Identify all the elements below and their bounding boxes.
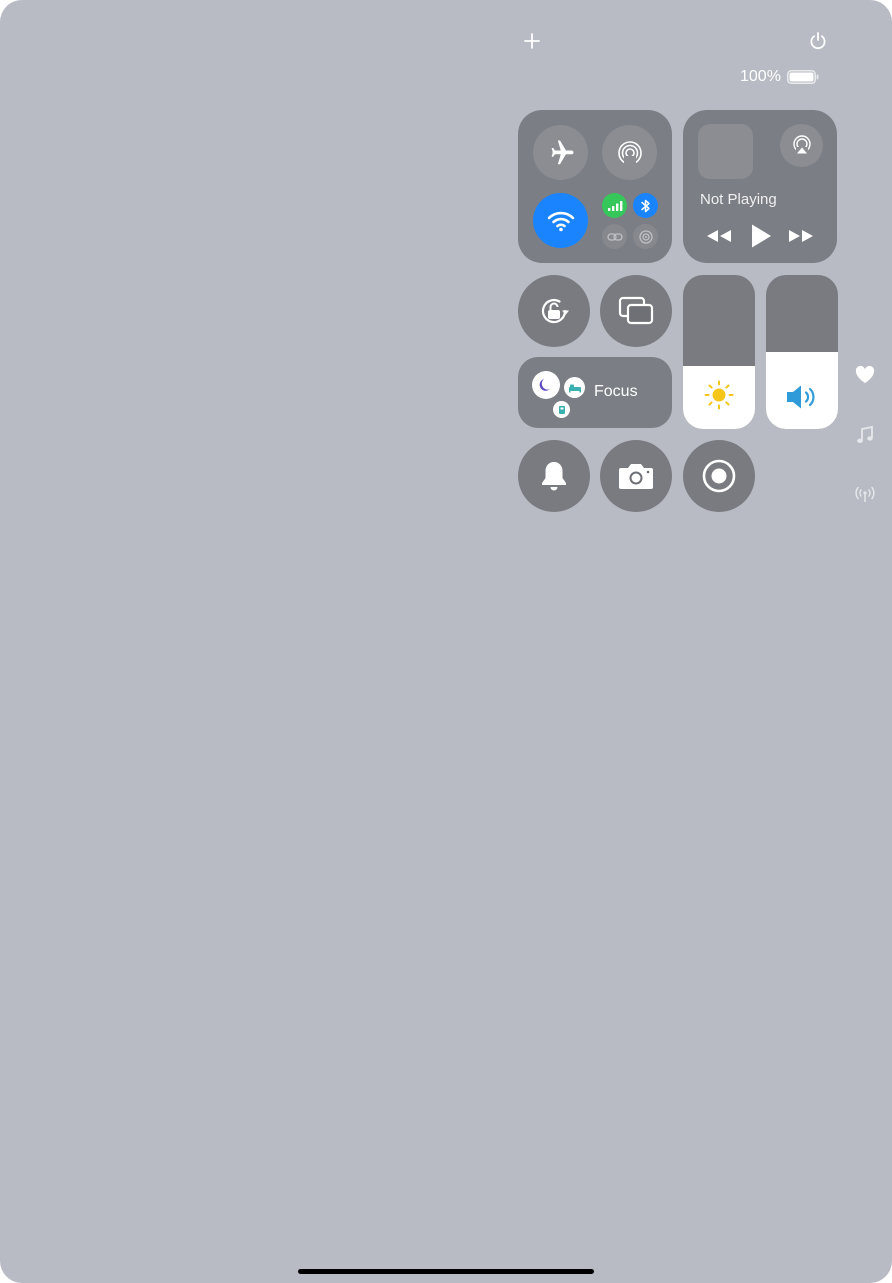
screen-mirroring-button[interactable] bbox=[600, 275, 672, 347]
work-focus-badge bbox=[553, 401, 570, 418]
play-button[interactable] bbox=[746, 221, 776, 251]
play-icon bbox=[752, 224, 771, 248]
side-page-connectivity[interactable] bbox=[853, 482, 877, 506]
rewind-icon bbox=[707, 230, 731, 242]
screen-recording-button[interactable] bbox=[683, 440, 755, 512]
bluetooth-icon bbox=[640, 199, 650, 212]
focus-label: Focus bbox=[594, 383, 638, 400]
airplay-button[interactable] bbox=[780, 124, 823, 167]
moon-icon bbox=[539, 379, 551, 391]
record-icon bbox=[702, 459, 736, 493]
wifi-toggle[interactable] bbox=[533, 193, 588, 248]
vpn-toggle[interactable] bbox=[602, 224, 627, 249]
cellular-signal-icon bbox=[607, 200, 622, 211]
screen-mirroring-icon bbox=[618, 296, 654, 325]
airplay-audio-icon bbox=[792, 134, 811, 155]
control-center-screen: 100% Not Playing Focus bbox=[0, 0, 892, 1283]
airdrop-icon bbox=[617, 140, 642, 166]
sun-icon bbox=[704, 380, 734, 410]
power-button[interactable] bbox=[803, 26, 833, 56]
wifi-icon bbox=[547, 211, 574, 231]
album-art-placeholder bbox=[698, 124, 753, 179]
now-playing-label: Not Playing bbox=[700, 191, 777, 208]
bluetooth-toggle[interactable] bbox=[633, 193, 658, 218]
camera-button[interactable] bbox=[600, 440, 672, 512]
airplane-mode-toggle[interactable] bbox=[533, 125, 588, 180]
volume-slider[interactable] bbox=[766, 275, 838, 429]
airplane-icon bbox=[551, 140, 573, 164]
power-icon bbox=[810, 32, 826, 50]
bed-icon bbox=[568, 384, 581, 392]
bell-icon bbox=[542, 462, 566, 491]
personal-hotspot-toggle[interactable] bbox=[633, 224, 658, 249]
rotation-lock-icon bbox=[541, 298, 569, 324]
brightness-slider[interactable] bbox=[683, 275, 755, 429]
hotspot-icon bbox=[638, 229, 653, 244]
rewind-button[interactable] bbox=[704, 225, 734, 247]
plus-icon bbox=[524, 33, 540, 49]
id-badge-icon bbox=[558, 405, 565, 414]
airdrop-toggle[interactable] bbox=[602, 125, 657, 180]
side-page-music[interactable] bbox=[853, 423, 877, 447]
fast-forward-button[interactable] bbox=[786, 225, 816, 247]
camera-icon bbox=[619, 464, 653, 489]
fast-forward-icon bbox=[789, 230, 813, 242]
side-page-favorites[interactable] bbox=[853, 363, 877, 387]
battery-percent: 100% bbox=[740, 68, 781, 85]
cellular-data-toggle[interactable] bbox=[602, 193, 627, 218]
silent-mode-toggle[interactable] bbox=[518, 440, 590, 512]
bed-focus-badge bbox=[564, 377, 585, 398]
music-note-icon bbox=[857, 425, 873, 443]
speaker-volume-icon bbox=[787, 385, 815, 409]
battery-icon bbox=[786, 70, 819, 84]
sleep-focus-badge bbox=[532, 371, 560, 399]
home-indicator[interactable] bbox=[298, 1269, 594, 1274]
orientation-lock-toggle[interactable] bbox=[518, 275, 590, 347]
antenna-icon bbox=[855, 486, 875, 502]
add-control-button[interactable] bbox=[517, 26, 547, 56]
battery-status: 100% bbox=[740, 64, 819, 90]
heart-icon bbox=[855, 366, 875, 383]
vpn-link-icon bbox=[606, 232, 623, 241]
